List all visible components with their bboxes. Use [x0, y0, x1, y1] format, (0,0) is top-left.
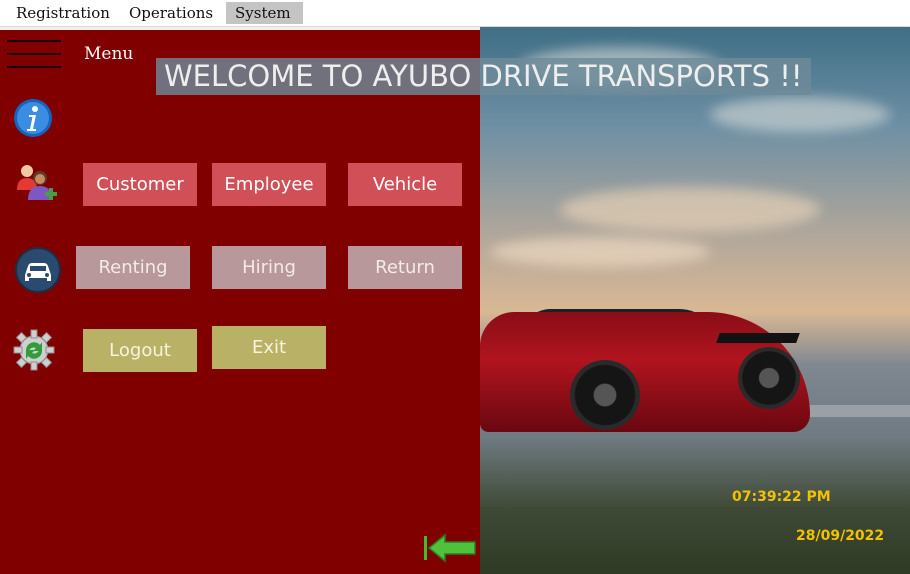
- menu-system[interactable]: System: [226, 2, 303, 24]
- customer-button[interactable]: Customer: [83, 163, 197, 206]
- menu-label: Menu: [84, 44, 134, 64]
- menu-operations[interactable]: Operations: [120, 2, 222, 24]
- time-display: 07:39:22 PM: [732, 489, 831, 505]
- background-car-image: [480, 27, 910, 574]
- vehicle-button[interactable]: Vehicle: [348, 163, 462, 206]
- date-display: 28/09/2022: [796, 528, 885, 544]
- employee-button[interactable]: Employee: [212, 163, 326, 206]
- renting-button[interactable]: Renting: [76, 246, 190, 289]
- back-arrow-icon[interactable]: [423, 533, 477, 563]
- gear-refresh-icon: [13, 329, 55, 371]
- info-icon[interactable]: [13, 98, 53, 138]
- car-icon: [15, 247, 61, 293]
- welcome-banner: WELCOME TO AYUBO DRIVE TRANSPORTS !!: [156, 58, 811, 95]
- menu-bar: Registration Operations System: [0, 0, 910, 27]
- add-user-icon: [17, 165, 57, 200]
- hamburger-menu-icon[interactable]: [7, 40, 61, 70]
- hiring-button[interactable]: Hiring: [212, 246, 326, 289]
- exit-button[interactable]: Exit: [212, 326, 326, 369]
- menu-registration[interactable]: Registration: [7, 2, 119, 24]
- logout-button[interactable]: Logout: [83, 329, 197, 372]
- return-button[interactable]: Return: [348, 246, 462, 289]
- menu-panel: Menu: [0, 30, 480, 574]
